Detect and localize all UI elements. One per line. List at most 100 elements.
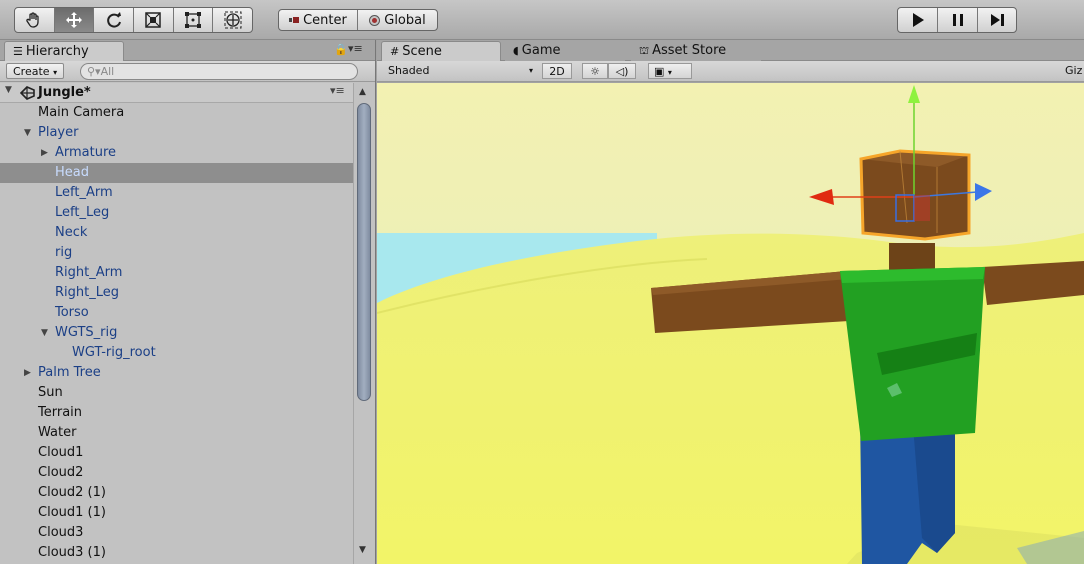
hierarchy-item[interactable]: Right_Arm (0, 263, 353, 283)
tab-scene-label: Scene (402, 44, 442, 59)
tab-asset-store-label: Asset Store (652, 43, 727, 58)
hierarchy-item[interactable]: Cloud1 (0, 443, 353, 463)
lock-icon[interactable]: 🔒 (334, 43, 348, 56)
scene-toolbar: Shaded ▾ 2D ☼ ◁) ▣ ▾ Giz (377, 61, 1084, 82)
hierarchy-item[interactable]: Left_Leg (0, 203, 353, 223)
shading-mode-dropdown[interactable]: Shaded ▾ (383, 63, 535, 79)
pivot-center-button[interactable]: Center (279, 10, 358, 30)
tab-asset-store[interactable]: ⛫ Asset Store (631, 41, 761, 61)
hierarchy-item[interactable]: Neck (0, 223, 353, 243)
globe-icon (369, 14, 381, 26)
hierarchy-item[interactable]: Torso (0, 303, 353, 323)
create-button[interactable]: Create ▾ (6, 63, 65, 79)
rotate-tool-button[interactable] (94, 8, 135, 32)
hierarchy-item[interactable]: Main Camera (0, 103, 353, 123)
pause-icon (952, 14, 963, 26)
rotate-icon (106, 12, 121, 28)
sun-icon: ☼ (590, 65, 600, 78)
grid-icon: # (390, 45, 400, 58)
scrollbar-thumb[interactable] (357, 103, 371, 401)
collapsed-arrow-icon[interactable]: ▶ (24, 363, 31, 383)
space-global-button[interactable]: Global (358, 10, 437, 30)
scale-tool-button[interactable] (134, 8, 174, 32)
play-icon (912, 13, 924, 27)
scroll-down-icon[interactable]: ▼ (359, 545, 366, 555)
tab-scene[interactable]: # Scene (381, 41, 501, 61)
hierarchy-item[interactable]: Water (0, 423, 353, 443)
hand-icon (26, 12, 39, 28)
transform-icon (224, 11, 242, 29)
hierarchy-item[interactable]: Cloud3 (0, 523, 353, 543)
hierarchy-item-label: Cloud3 (1) (38, 545, 106, 560)
hierarchy-item[interactable]: ▶ Armature (0, 143, 353, 163)
hierarchy-item[interactable]: ▼ Player (0, 123, 353, 143)
hierarchy-item-label: Cloud1 (38, 445, 84, 460)
hierarchy-item[interactable]: ▼ WGTS_rig (0, 323, 353, 343)
hierarchy-item[interactable]: Right_Leg (0, 283, 353, 303)
step-button[interactable] (978, 8, 1016, 32)
move-tool-button[interactable] (54, 8, 95, 32)
audio-toggle[interactable]: ◁) (608, 63, 636, 79)
scroll-up-icon[interactable]: ▲ (359, 87, 366, 97)
hierarchy-item-label: WGTS_rig (55, 325, 118, 340)
hierarchy-toolbar: Create ▾ ⚲▾All (0, 61, 375, 82)
gizmo-plane-handle-red[interactable] (914, 195, 930, 221)
toggle-2d-button[interactable]: 2D (542, 63, 572, 79)
hierarchy-item[interactable]: Sun (0, 383, 353, 403)
hierarchy-item[interactable]: Cloud2 (0, 463, 353, 483)
lighting-toggle[interactable]: ☼ (582, 63, 608, 79)
rect-icon (185, 12, 202, 28)
space-global-label: Global (384, 12, 426, 28)
scene-render (377, 83, 1084, 564)
collapsed-arrow-icon[interactable]: ▶ (41, 143, 48, 163)
scale-icon (145, 12, 162, 28)
hierarchy-item-label: Main Camera (38, 105, 125, 120)
pause-button[interactable] (938, 8, 978, 32)
pivot-center-label: Center (303, 12, 347, 28)
pacman-icon: ◖ (513, 44, 519, 57)
hierarchy-item[interactable]: ▶ Palm Tree (0, 363, 353, 383)
rect-tool-button[interactable] (174, 8, 214, 32)
pivot-center-icon (289, 17, 300, 23)
hierarchy-item-label: Cloud1 (1) (38, 505, 106, 520)
scene-viewport[interactable] (377, 83, 1084, 564)
pivot-toggles: Center Global (278, 9, 438, 31)
toggle-2d-label: 2D (549, 65, 565, 78)
expanded-arrow-icon[interactable]: ▼ (41, 323, 48, 343)
hierarchy-item-label: Left_Leg (55, 205, 110, 220)
hierarchy-item[interactable]: Head (0, 163, 353, 183)
hierarchy-item-label: Head (55, 165, 89, 180)
hierarchy-item-label: Terrain (38, 405, 83, 420)
hierarchy-item[interactable]: Cloud1 (1) (0, 503, 353, 523)
list-icon: ☰ (13, 45, 23, 58)
hierarchy-item[interactable]: Left_Arm (0, 183, 353, 203)
playback-controls (897, 7, 1017, 33)
create-label: Create (13, 65, 50, 78)
hierarchy-item[interactable]: Cloud3 (1) (0, 543, 353, 563)
search-input[interactable]: ⚲▾All (80, 63, 358, 80)
transform-tool-button[interactable] (213, 8, 252, 32)
hand-tool-button[interactable] (15, 8, 55, 32)
hierarchy-item[interactable]: WGT-rig_root (0, 343, 353, 363)
scene-root-row[interactable]: ▼ Jungle* ▾≡ (0, 83, 353, 103)
hierarchy-scrollbar[interactable]: ▲ ▼ (353, 83, 375, 564)
play-button[interactable] (898, 8, 938, 32)
expand-arrow-icon[interactable]: ▼ (5, 85, 12, 95)
gizmos-dropdown[interactable]: Giz (1065, 63, 1084, 79)
tab-game[interactable]: ◖ Game (505, 41, 625, 61)
panel-menu-icon[interactable]: ▾≡ (348, 42, 363, 55)
tab-hierarchy[interactable]: ☰ Hierarchy (4, 41, 124, 61)
scene-name: Jungle* (38, 85, 91, 100)
hierarchy-item-label: Neck (55, 225, 88, 240)
hierarchy-item-label: Right_Leg (55, 285, 119, 300)
hierarchy-item[interactable]: rig (0, 243, 353, 263)
hierarchy-item-label: Sun (38, 385, 63, 400)
hierarchy-item-label: Player (38, 125, 79, 140)
expanded-arrow-icon[interactable]: ▼ (24, 123, 31, 143)
scene-menu-icon[interactable]: ▾≡ (330, 84, 345, 97)
hierarchy-item[interactable]: Cloud2 (1) (0, 483, 353, 503)
hierarchy-item-label: Right_Arm (55, 265, 123, 280)
scene-panel: # Scene ◖ Game ⛫ Asset Store Shaded ▾ 2D ☼ … (377, 40, 1084, 564)
effects-dropdown[interactable]: ▣ ▾ (648, 63, 692, 79)
hierarchy-item[interactable]: Terrain (0, 403, 353, 423)
